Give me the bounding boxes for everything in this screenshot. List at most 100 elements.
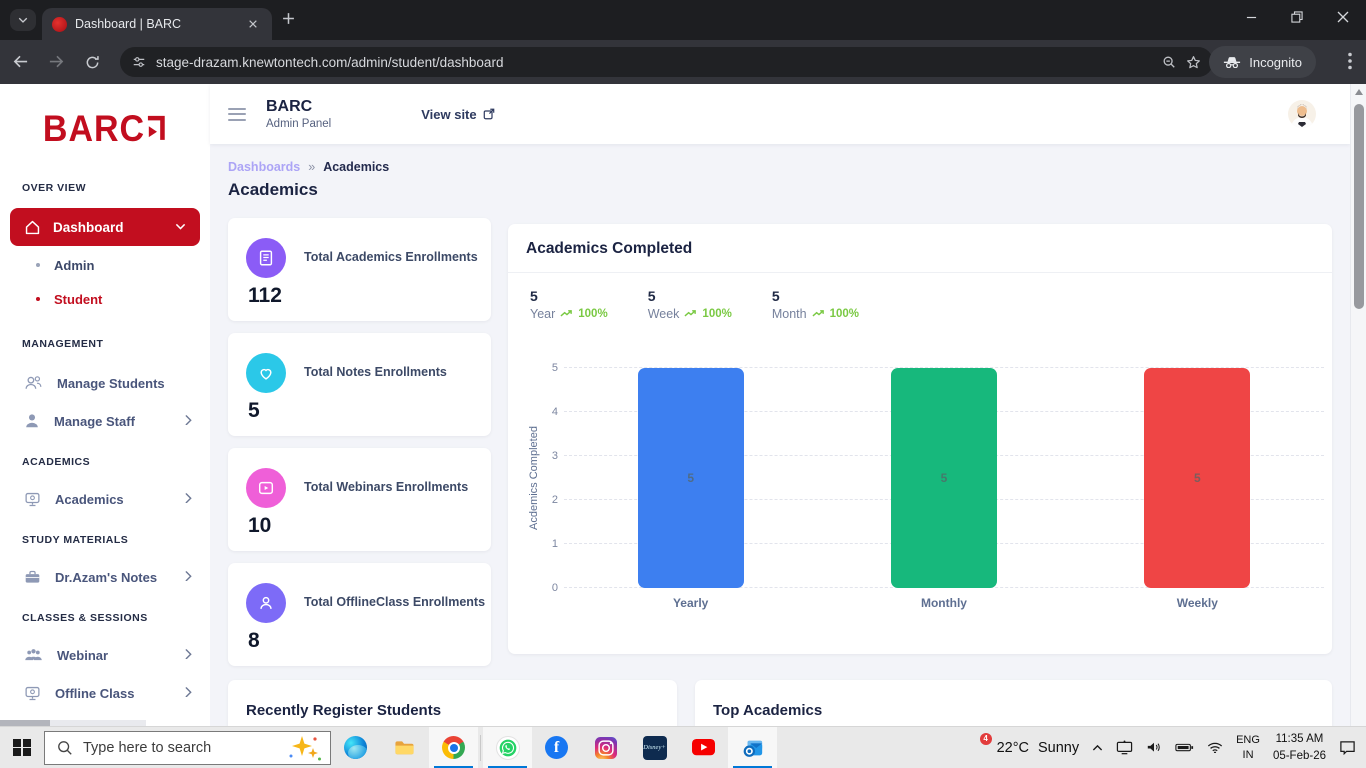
battery-icon[interactable] (1175, 743, 1194, 752)
barc-logo-mark-icon (147, 115, 167, 143)
browser-toolbar: stage-drazam.knewtontech.com/admin/stude… (0, 40, 1366, 84)
forward-button[interactable] (40, 46, 72, 78)
home-icon (24, 219, 41, 236)
sidebar-item-admin[interactable]: Admin (0, 252, 210, 278)
breadcrumb-current: Academics (323, 160, 389, 174)
sidebar-item-webinar[interactable]: Webinar (0, 640, 210, 670)
stat-card-notes-enrollments: Total Notes Enrollments 5 (228, 333, 491, 436)
sidebar-item-label: Webinar (57, 648, 171, 663)
window-controls (1228, 0, 1366, 34)
sidebar-item-offline-class[interactable]: Offline Class (0, 678, 210, 708)
bar-yearly: 5 (638, 368, 744, 588)
y-tick: 1 (552, 538, 558, 550)
taskbar-app-edge[interactable] (331, 727, 380, 768)
sidebar-item-dr-azams-notes[interactable]: Dr.Azam's Notes (0, 562, 210, 592)
zoom-icon[interactable] (1162, 55, 1176, 69)
new-tab-button[interactable] (282, 12, 295, 30)
taskbar-app-outlook[interactable] (728, 727, 777, 768)
page-title: Academics (228, 180, 318, 200)
minimize-button[interactable] (1228, 0, 1274, 34)
display-cast-icon[interactable] (1116, 740, 1133, 754)
summary-label: Year (530, 307, 555, 321)
bullet-icon (36, 263, 40, 267)
language-indicator[interactable]: ENG IN (1236, 733, 1260, 763)
taskbar-separator (480, 735, 481, 761)
bookmark-star-icon[interactable] (1186, 55, 1201, 70)
whatsapp-icon (496, 736, 520, 760)
incognito-label: Incognito (1249, 55, 1302, 70)
external-link-icon (483, 108, 495, 120)
summary-month: 5 Month 100% (772, 288, 859, 321)
incognito-badge: Incognito (1209, 46, 1316, 78)
stat-label: Total OfflineClass Enrollments (304, 595, 485, 609)
clock[interactable]: 11:35 AM 05-Feb-26 (1273, 731, 1326, 763)
barc-favicon-icon (52, 17, 67, 32)
top-academics-card: Top Academics (695, 680, 1332, 726)
close-button[interactable] (1320, 0, 1366, 34)
bar-slot-weekly: 5 (1071, 368, 1324, 588)
stat-label: Total Academics Enrollments (304, 250, 478, 264)
sidebar-item-manage-students[interactable]: Manage Students (0, 368, 210, 398)
taskbar-search[interactable] (44, 731, 331, 765)
brand-block: BARC Admin Panel (266, 98, 331, 130)
sidebar-item-academics[interactable]: Academics (0, 484, 210, 514)
y-tick: 4 (552, 406, 558, 418)
taskbar-app-file-explorer[interactable] (380, 727, 429, 768)
view-site-label: View site (421, 107, 476, 122)
stat-value: 8 (248, 629, 260, 653)
weather-sun-icon: 4 (966, 737, 988, 759)
language-line2: IN (1243, 749, 1254, 761)
restore-button[interactable] (1274, 0, 1320, 34)
summary-value: 5 (648, 288, 732, 304)
chevron-right-icon (185, 490, 192, 508)
summary-label: Week (648, 307, 680, 321)
trend-up-icon (684, 309, 697, 318)
weather-widget[interactable]: 4 22°C Sunny (966, 737, 1080, 759)
browser-menu-icon[interactable] (1348, 52, 1352, 75)
start-button[interactable] (0, 727, 44, 768)
back-button[interactable] (4, 46, 36, 78)
taskbar-app-chrome[interactable] (429, 727, 478, 768)
monitor-icon (24, 685, 41, 702)
recently-register-students-card: Recently Register Students (228, 680, 677, 726)
user-avatar[interactable] (1288, 100, 1316, 128)
tab-search-button[interactable] (10, 9, 36, 31)
incognito-icon (1223, 56, 1241, 69)
browser-tab[interactable]: Dashboard | BARC (42, 8, 272, 40)
sidebar-item-student[interactable]: Student (0, 286, 210, 312)
vertical-scrollbar[interactable] (1350, 84, 1366, 726)
view-site-link[interactable]: View site (421, 107, 494, 122)
sidebar-item-dashboard[interactable]: Dashboard (10, 208, 200, 246)
x-tick-monthly: Monthly (817, 596, 1070, 610)
taskbar-search-input[interactable] (83, 740, 278, 756)
address-bar[interactable]: stage-drazam.knewtontech.com/admin/stude… (120, 47, 1213, 77)
summary-change: 100% (702, 308, 731, 320)
weather-temperature: 22°C (997, 740, 1029, 756)
hidden-icons-chevron[interactable] (1092, 744, 1103, 751)
taskbar-app-youtube[interactable] (679, 727, 728, 768)
action-center-icon[interactable] (1339, 740, 1356, 755)
barc-logo[interactable]: BARC (0, 106, 210, 152)
reload-button[interactable] (76, 46, 108, 78)
search-icon (57, 740, 73, 756)
taskbar-app-facebook[interactable]: f (532, 727, 581, 768)
menu-toggle-icon[interactable] (228, 108, 246, 121)
scroll-up-icon[interactable] (1355, 89, 1363, 95)
taskbar-app-disney-plus[interactable]: Disney+ (630, 727, 679, 768)
browser-tabstrip: Dashboard | BARC (0, 0, 1366, 40)
sidebar-item-manage-staff[interactable]: Manage Staff (0, 406, 210, 436)
screen: Dashboard | BARC stage-drazam (0, 0, 1366, 768)
stat-card-offlineclass-enrollments: Total OfflineClass Enrollments 8 (228, 563, 491, 666)
user-icon (246, 583, 286, 623)
wifi-icon[interactable] (1207, 742, 1223, 754)
taskbar-app-instagram[interactable] (581, 727, 630, 768)
url-text[interactable]: stage-drazam.knewtontech.com/admin/stude… (156, 55, 1152, 70)
taskbar-app-whatsapp[interactable] (483, 727, 532, 768)
tab-close-icon[interactable] (244, 15, 262, 33)
breadcrumb-parent[interactable]: Dashboards (228, 160, 300, 174)
site-settings-icon[interactable] (132, 55, 146, 69)
scrollbar-thumb[interactable] (1354, 104, 1364, 309)
search-highlights-icon[interactable] (288, 735, 322, 761)
speaker-icon[interactable] (1146, 741, 1162, 753)
bar-slot-monthly: 5 (817, 368, 1070, 588)
